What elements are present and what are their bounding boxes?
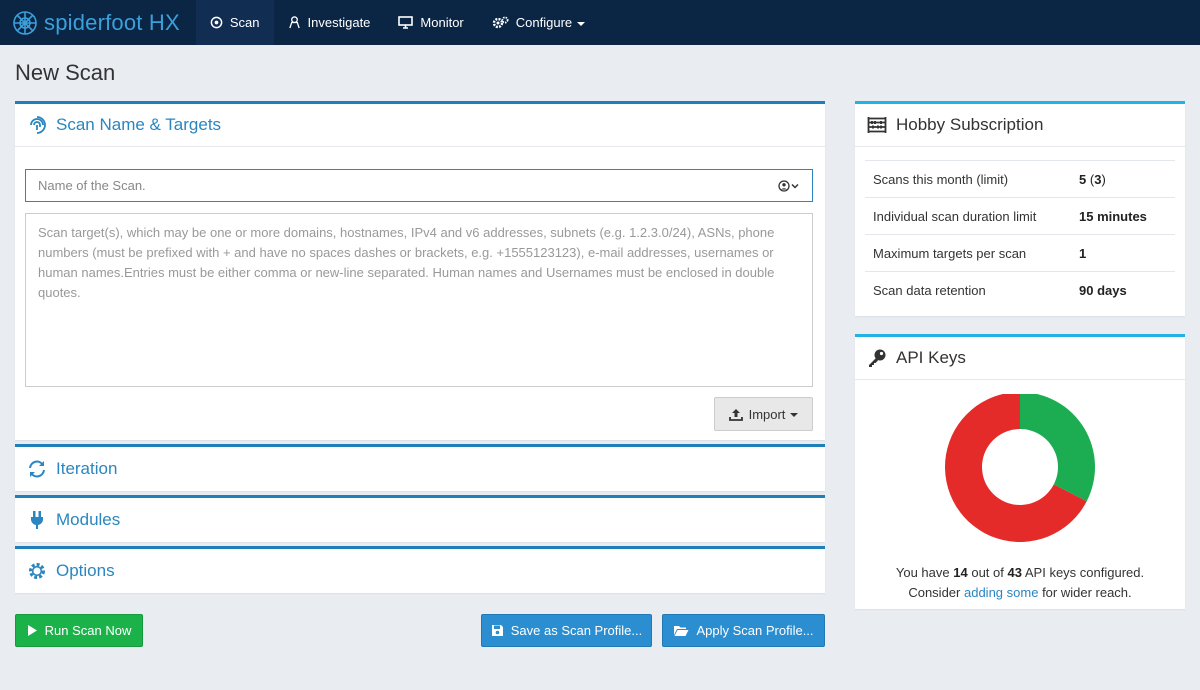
scan-name-field[interactable]	[25, 169, 813, 202]
import-label: Import	[748, 406, 786, 422]
api-keys-title: API Keys	[896, 348, 966, 367]
row-value: 15 minutes	[1079, 208, 1147, 224]
monitor-icon	[398, 16, 414, 29]
save-profile-label: Save as Scan Profile...	[510, 623, 643, 638]
nav-configure-label: Configure	[515, 15, 573, 30]
nav-scan[interactable]: Scan	[195, 0, 274, 45]
table-row: Individual scan duration limit 15 minute…	[865, 197, 1175, 234]
scan-targets-textarea[interactable]	[25, 213, 813, 387]
api-keys-count-line: You have 14 out of 43 API keys configure…	[895, 565, 1145, 580]
abacus-icon	[867, 117, 887, 133]
modules-header[interactable]: Modules	[15, 498, 825, 541]
options-title: Options	[56, 560, 115, 580]
top-navbar: spiderfoot HX Scan Investigate Monitor C…	[0, 0, 1200, 45]
row-value: 5 (3)	[1079, 171, 1106, 187]
run-scan-label: Run Scan Now	[44, 623, 132, 638]
apply-profile-button[interactable]: Apply Scan Profile...	[662, 614, 825, 647]
brand-name: spiderfoot HX	[44, 9, 180, 35]
donut-segment-configured	[1020, 392, 1095, 502]
api-keys-donut	[945, 392, 1095, 545]
brand[interactable]: spiderfoot HX	[0, 0, 196, 45]
row-value: 90 days	[1079, 282, 1127, 298]
run-scan-button[interactable]: Run Scan Now	[15, 614, 143, 647]
row-label: Individual scan duration limit	[873, 208, 1037, 224]
page-title: New Scan	[15, 60, 116, 85]
iteration-header[interactable]: Iteration	[15, 447, 825, 490]
refresh-icon	[29, 460, 45, 477]
nav-scan-label: Scan	[229, 15, 260, 30]
subscription-header: Hobby Subscription	[855, 104, 1185, 147]
scan-targets-panel: Scan Name & Targets Import	[15, 101, 825, 440]
api-keys-header: API Keys	[855, 337, 1185, 380]
key-icon	[869, 349, 886, 367]
iteration-panel[interactable]: Iteration	[15, 444, 825, 491]
total-count: 43	[1007, 565, 1022, 580]
nav-investigate-label: Investigate	[307, 15, 371, 30]
adding-some-link[interactable]: adding some	[964, 585, 1038, 600]
save-icon	[491, 625, 503, 636]
play-icon	[27, 625, 37, 636]
subscription-table: Scans this month (limit) 5 (3) Individua…	[865, 160, 1175, 308]
gears-icon	[492, 16, 509, 29]
modules-title: Modules	[56, 509, 121, 529]
apply-profile-label: Apply Scan Profile...	[696, 623, 814, 638]
spiderfoot-logo-icon	[13, 10, 37, 35]
nav-monitor-label: Monitor	[420, 15, 464, 30]
row-label: Scan data retention	[873, 282, 986, 298]
nav-monitor[interactable]: Monitor	[384, 0, 477, 45]
fingerprint-icon	[30, 116, 46, 134]
nav-configure[interactable]: Configure	[478, 0, 599, 45]
row-label: Maximum targets per scan	[873, 245, 1027, 261]
scan-targets-title: Scan Name & Targets	[56, 115, 222, 134]
scan-targets-header[interactable]: Scan Name & Targets	[15, 104, 825, 147]
options-panel[interactable]: Options	[15, 546, 825, 593]
nav-investigate[interactable]: Investigate	[274, 0, 385, 45]
chevron-down-icon	[790, 413, 799, 417]
subscription-title: Hobby Subscription	[896, 115, 1044, 134]
import-button[interactable]: Import	[714, 397, 813, 431]
iteration-title: Iteration	[56, 458, 118, 478]
api-keys-hint-line: Consider adding some for wider reach.	[908, 585, 1132, 600]
row-label: Scans this month (limit)	[873, 171, 1009, 187]
chevron-down-icon	[577, 21, 586, 26]
table-row: Scans this month (limit) 5 (3)	[865, 160, 1175, 197]
subscription-panel: Hobby Subscription Scans this month (lim…	[855, 101, 1185, 316]
user-circle-icon[interactable]	[778, 179, 800, 192]
plug-icon	[31, 510, 43, 529]
options-header[interactable]: Options	[15, 549, 825, 592]
target-icon	[210, 16, 223, 29]
row-value: 1	[1079, 245, 1087, 261]
upload-icon	[728, 408, 743, 421]
gear-icon	[29, 562, 45, 579]
api-keys-panel: API Keys You have 14 out of 43 API keys …	[855, 334, 1185, 609]
scan-name-input[interactable]	[38, 178, 778, 193]
api-keys-donut-chart	[945, 392, 1095, 542]
investigate-icon	[288, 16, 300, 29]
table-row: Maximum targets per scan 1	[865, 234, 1175, 271]
modules-panel[interactable]: Modules	[15, 495, 825, 542]
folder-open-icon	[674, 626, 689, 636]
table-row: Scan data retention 90 days	[865, 271, 1175, 308]
api-keys-summary: You have 14 out of 43 API keys configure…	[855, 563, 1185, 603]
save-profile-button[interactable]: Save as Scan Profile...	[481, 614, 652, 647]
configured-count: 14	[953, 565, 968, 580]
